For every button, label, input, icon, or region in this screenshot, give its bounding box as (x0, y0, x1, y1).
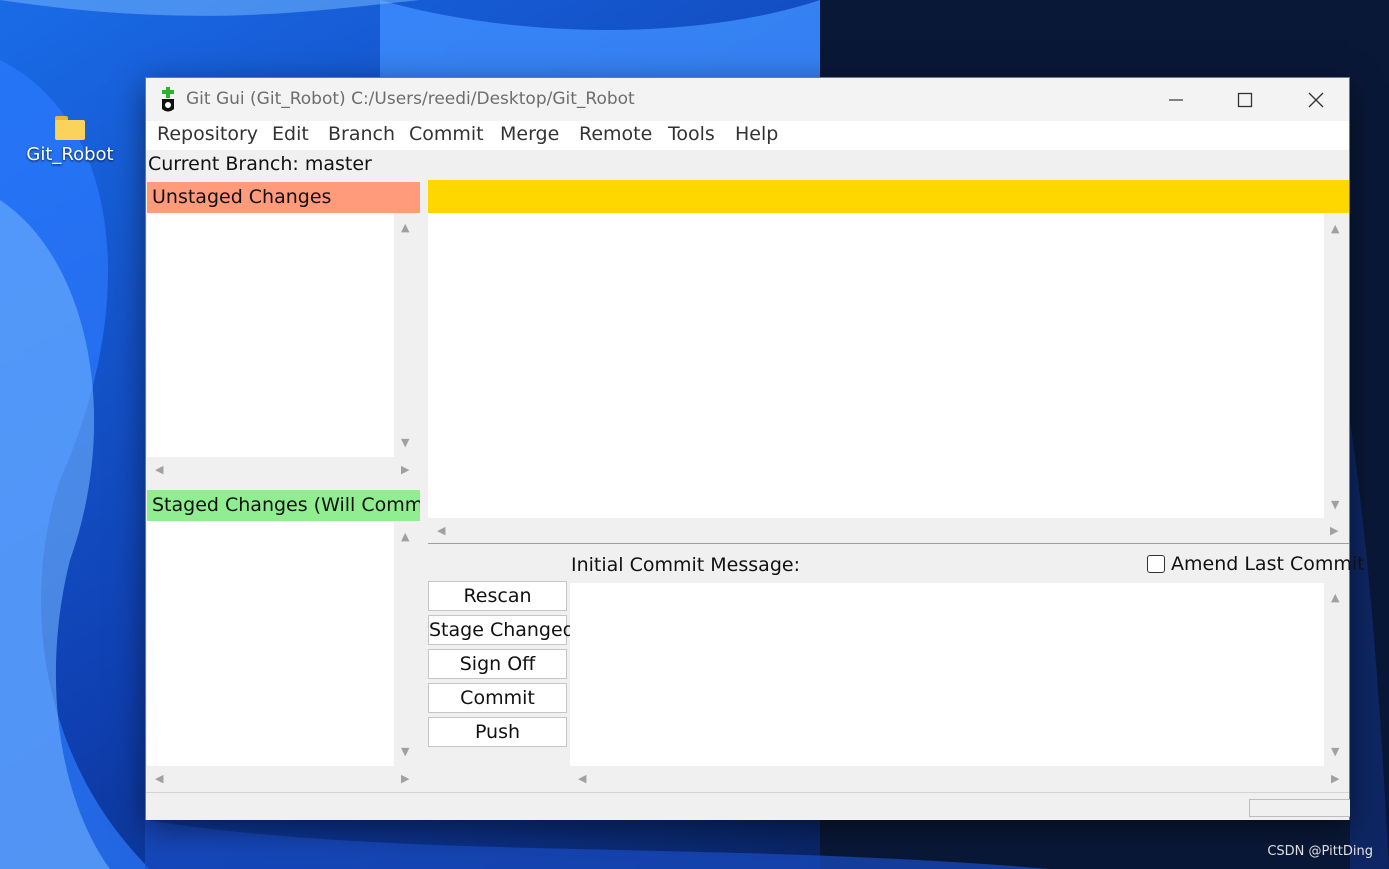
scroll-left-icon[interactable]: ◀ (155, 773, 163, 784)
folder-icon (55, 116, 85, 140)
scroll-down-icon[interactable]: ▼ (1331, 746, 1339, 757)
scroll-up-icon[interactable]: ▲ (1331, 223, 1339, 234)
push-button[interactable]: Push (428, 717, 567, 747)
unstaged-vertical-scrollbar[interactable]: ▲ ▼ (394, 213, 419, 457)
commit-message-vertical-scrollbar[interactable]: ▲ ▼ (1324, 583, 1349, 766)
commit-button[interactable]: Commit (428, 683, 567, 713)
scroll-down-icon[interactable]: ▼ (1331, 499, 1339, 510)
maximize-icon (1237, 92, 1253, 107)
menu-commit[interactable]: Commit (409, 123, 484, 145)
menu-tools[interactable]: Tools (668, 123, 715, 145)
minimize-icon (1169, 98, 1183, 101)
current-branch-label: Current Branch: master (148, 153, 372, 175)
git-gui-window: Git Gui (Git_Robot) C:/Users/reedi/Deskt… (145, 77, 1365, 820)
menu-remote[interactable]: Remote (579, 123, 652, 145)
diff-header-bar (428, 180, 1349, 213)
stage-changed-button[interactable]: Stage Changed (428, 615, 575, 645)
scroll-left-icon[interactable]: ◀ (578, 773, 586, 784)
unstaged-horizontal-scrollbar[interactable]: ◀ ▶ (147, 457, 419, 482)
commit-message-input[interactable] (570, 583, 1324, 766)
rescan-button[interactable]: Rescan (428, 581, 567, 611)
diff-vertical-scrollbar[interactable]: ▲ ▼ (1324, 213, 1349, 518)
scroll-left-icon[interactable]: ◀ (437, 525, 445, 536)
staged-horizontal-scrollbar[interactable]: ◀ ▶ (147, 766, 419, 791)
minimize-button[interactable] (1141, 78, 1211, 121)
sign-off-button[interactable]: Sign Off (428, 649, 567, 679)
amend-last-commit-label: Amend Last Commit (1171, 553, 1365, 575)
menu-edit[interactable]: Edit (272, 123, 309, 145)
scroll-right-icon[interactable]: ▶ (401, 464, 409, 475)
amend-last-commit-checkbox[interactable]: Amend Last Commit (1147, 553, 1365, 575)
menu-merge[interactable]: Merge (500, 123, 559, 145)
scroll-down-icon[interactable]: ▼ (401, 437, 409, 448)
scroll-down-icon[interactable]: ▼ (401, 746, 409, 757)
scroll-right-icon[interactable]: ▶ (1330, 525, 1338, 536)
scroll-up-icon[interactable]: ▲ (1331, 592, 1339, 603)
unstaged-file-list[interactable] (147, 213, 394, 457)
desktop-folder-git-robot[interactable]: Git_Robot (18, 110, 122, 165)
staged-file-list[interactable] (147, 521, 394, 766)
watermark: CSDN @PittDing (1267, 844, 1373, 859)
window-title: Git Gui (Git_Robot) C:/Users/reedi/Deskt… (186, 89, 635, 109)
menu-bar: Repository Edit Branch Commit Merge Remo… (146, 121, 1349, 150)
scroll-up-icon[interactable]: ▲ (401, 531, 409, 542)
desktop-folder-label: Git_Robot (26, 144, 114, 165)
status-progress-bar (1249, 799, 1350, 817)
git-gui-app-icon (162, 87, 174, 112)
scroll-right-icon[interactable]: ▶ (401, 773, 409, 784)
checkbox-icon[interactable] (1147, 555, 1165, 573)
diff-horizontal-scrollbar[interactable]: ◀ ▶ (428, 518, 1349, 543)
close-icon (1308, 92, 1324, 107)
maximize-button[interactable] (1210, 78, 1280, 121)
staged-changes-header: Staged Changes (Will Commit) (147, 490, 420, 521)
pane-divider[interactable] (428, 543, 1349, 544)
close-button[interactable] (1281, 78, 1351, 121)
title-bar[interactable]: Git Gui (Git_Robot) C:/Users/reedi/Deskt… (146, 78, 1349, 121)
menu-repository[interactable]: Repository (157, 123, 258, 145)
menu-help[interactable]: Help (735, 123, 778, 145)
scroll-up-icon[interactable]: ▲ (401, 222, 409, 233)
scroll-right-icon[interactable]: ▶ (1331, 773, 1339, 784)
menu-branch[interactable]: Branch (328, 123, 395, 145)
status-bar (146, 792, 1350, 820)
scroll-left-icon[interactable]: ◀ (155, 464, 163, 475)
commit-message-label: Initial Commit Message: (571, 554, 800, 576)
staged-vertical-scrollbar[interactable]: ▲ ▼ (394, 521, 419, 766)
commit-message-horizontal-scrollbar[interactable]: ◀ ▶ (570, 766, 1349, 791)
diff-viewer[interactable] (428, 213, 1324, 518)
unstaged-changes-header: Unstaged Changes (147, 182, 420, 213)
